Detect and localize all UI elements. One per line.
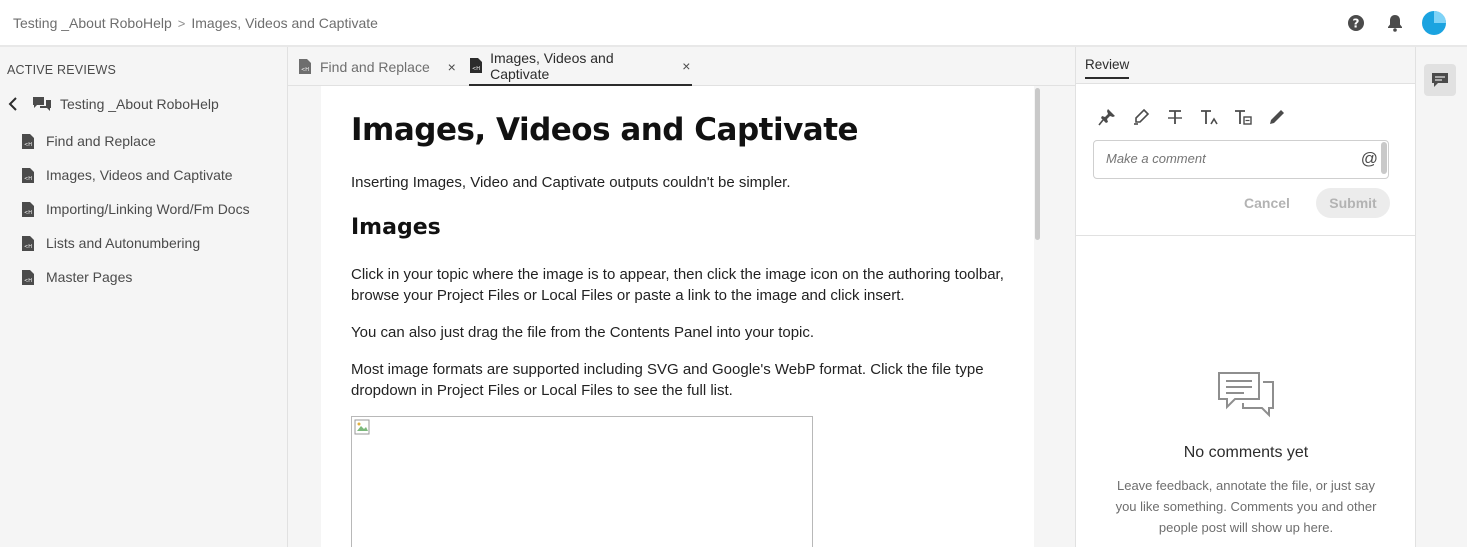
sidebar-item-images-videos-captivate[interactable]: <H Images, Videos and Captivate — [22, 167, 233, 183]
breadcrumb-item-topic: Images, Videos and Captivate — [191, 15, 378, 31]
document-tabbar: <H Find and Replace × <H Images, Videos … — [288, 47, 1075, 86]
sidebar-heading: ACTIVE REVIEWS — [7, 63, 117, 77]
insert-text-icon[interactable] — [1198, 106, 1220, 128]
comment-scrollbar[interactable] — [1381, 142, 1387, 174]
divider — [1076, 235, 1416, 236]
breadcrumb: Testing _About RoboHelp > Images, Videos… — [13, 15, 378, 31]
breadcrumb-separator: > — [177, 15, 186, 31]
svg-text:<H: <H — [472, 66, 480, 72]
right-rail — [1415, 47, 1467, 547]
highlight-icon[interactable] — [1130, 106, 1152, 128]
document-intro: Inserting Images, Video and Captivate ou… — [351, 174, 791, 191]
comment-input[interactable] — [1106, 151, 1346, 166]
topic-file-icon: <H — [299, 59, 313, 74]
empty-state-description: Leave feedback, annotate the file, or ju… — [1115, 478, 1377, 535]
sidebar-item-label: Images, Videos and Captivate — [46, 167, 233, 183]
empty-comments-icon — [1218, 372, 1274, 418]
sidebar-item-label: Find and Replace — [46, 133, 156, 149]
cancel-button[interactable]: Cancel — [1244, 195, 1290, 211]
breadcrumb-item-review[interactable]: Testing _About RoboHelp — [13, 15, 172, 31]
document-paragraph: You can also just drag the file from the… — [351, 324, 815, 341]
back-chevron-icon[interactable] — [8, 97, 22, 111]
svg-text:<H: <H — [24, 210, 32, 216]
review-title: Testing _About RoboHelp — [60, 96, 219, 112]
topic-file-icon: <H — [470, 58, 483, 73]
tab-review[interactable]: Review — [1085, 57, 1130, 79]
comment-box[interactable]: @ — [1093, 140, 1389, 179]
review-title-row[interactable]: Testing _About RoboHelp — [8, 96, 219, 112]
document-scrollbar-thumb[interactable] — [1035, 88, 1040, 240]
tab-images-videos-captivate[interactable]: <H Images, Videos and Captivate × — [469, 47, 692, 86]
document-paragraph: Click in your topic where the image is t… — [351, 266, 1004, 304]
empty-state-title: No comments yet — [1183, 444, 1309, 461]
strikethrough-icon[interactable] — [1164, 106, 1186, 128]
close-icon[interactable]: × — [681, 58, 692, 74]
tab-find-and-replace[interactable]: <H Find and Replace × — [299, 47, 458, 86]
document-title: Images, Videos and Captivate — [351, 112, 859, 148]
document-paragraph: Most image formats are supported includi… — [351, 361, 984, 399]
sidebar-item-lists-autonumbering[interactable]: <H Lists and Autonumbering — [22, 235, 200, 251]
topic-file-icon: <H — [22, 201, 36, 217]
sidebar-item-master-pages[interactable]: <H Master Pages — [22, 269, 132, 285]
review-panel: Review @ Cancel Submit No comments — [1075, 47, 1416, 547]
svg-text:<H: <H — [24, 278, 32, 284]
comments-icon — [1432, 73, 1448, 87]
section-heading-images: Images — [351, 215, 441, 240]
sidebar-item-importing-linking[interactable]: <H Importing/Linking Word/Fm Docs — [22, 201, 250, 217]
tab-label: Find and Replace — [320, 58, 430, 75]
topic-file-icon: <H — [22, 167, 36, 183]
topic-file-icon: <H — [22, 269, 36, 285]
sidebar-item-find-and-replace[interactable]: <H Find and Replace — [22, 133, 156, 149]
comments-panel-button[interactable] — [1424, 64, 1456, 96]
document-page[interactable]: Images, Videos and Captivate Inserting I… — [321, 86, 1034, 547]
submit-button[interactable]: Submit — [1316, 188, 1390, 218]
pencil-icon[interactable] — [1266, 106, 1288, 128]
svg-text:<H: <H — [24, 142, 32, 148]
review-tab-header: Review — [1076, 47, 1416, 84]
svg-text:<H: <H — [24, 176, 32, 182]
app-header: Testing _About RoboHelp > Images, Videos… — [0, 0, 1467, 47]
svg-text:<H: <H — [24, 244, 32, 250]
chat-bubbles-icon — [32, 96, 52, 112]
close-icon[interactable]: × — [446, 59, 458, 75]
image-placeholder[interactable] — [351, 416, 813, 547]
mention-icon[interactable]: @ — [1361, 149, 1378, 169]
active-reviews-sidebar: ACTIVE REVIEWS Testing _About RoboHelp <… — [0, 47, 288, 547]
topic-file-icon: <H — [22, 133, 36, 149]
svg-text:?: ? — [1353, 17, 1360, 31]
sidebar-item-label: Lists and Autonumbering — [46, 235, 201, 251]
pin-icon[interactable] — [1096, 106, 1118, 128]
tab-label: Images, Videos and Captivate — [490, 49, 614, 82]
topic-file-icon: <H — [22, 235, 36, 251]
notification-bell-icon[interactable] — [1382, 10, 1408, 36]
help-icon[interactable]: ? — [1343, 10, 1369, 36]
annotation-toolbar — [1096, 106, 1300, 128]
svg-text:<H: <H — [301, 67, 309, 73]
replace-text-icon[interactable] — [1232, 106, 1254, 128]
sidebar-item-label: Master Pages — [46, 269, 133, 285]
sidebar-item-label: Importing/Linking Word/Fm Docs — [46, 201, 250, 217]
avatar[interactable] — [1421, 10, 1447, 36]
broken-image-icon — [354, 419, 370, 435]
